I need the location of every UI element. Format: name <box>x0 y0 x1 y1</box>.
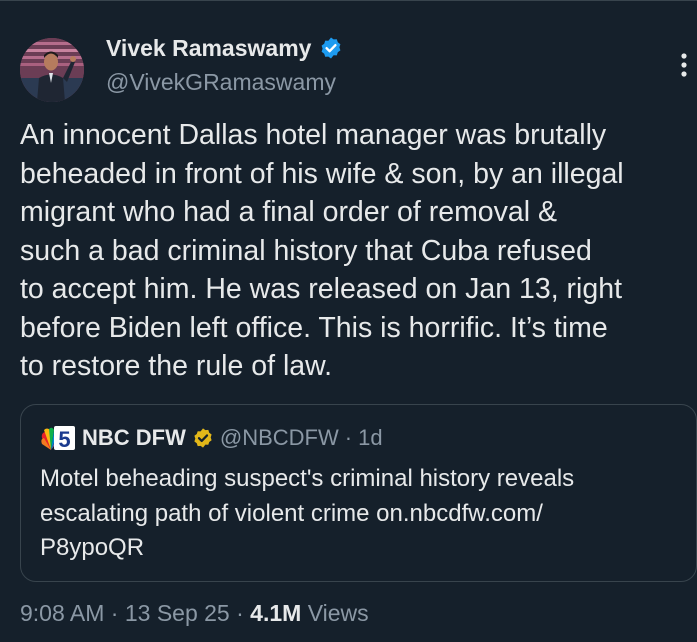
quoted-author-handle: @NBCDFW <box>219 425 339 450</box>
author-row: Vivek Ramaswamy <box>106 34 343 62</box>
meta-separator: · <box>236 600 244 626</box>
tweet-text: An innocent Dallas hotel manager was bru… <box>20 119 624 382</box>
top-divider <box>0 0 697 1</box>
views-label: Views <box>307 600 369 626</box>
avatar-image <box>20 38 84 102</box>
quoted-author-name: NBC DFW <box>82 425 186 450</box>
views-count: 4.1M <box>250 600 302 626</box>
more-options-button[interactable] <box>680 52 688 78</box>
meta-separator: · <box>110 600 119 626</box>
verified-gold-badge-icon <box>194 428 212 448</box>
quoted-tweet-header: 5 NBC DFW @NBCDFW · 1d <box>40 424 383 452</box>
logo-number: 5 <box>58 427 70 452</box>
nbc-logo-icon: 5 <box>41 426 75 452</box>
author-name[interactable]: Vivek Ramaswamy <box>106 34 311 62</box>
tweet-time[interactable]: 9:08 AM <box>20 600 104 626</box>
quoted-separator: · <box>344 425 353 450</box>
tweet-meta: 9:08 AM · 13 Sep 25 · 4.1M Views <box>20 598 369 628</box>
more-vertical-icon <box>681 53 687 77</box>
avatar[interactable] <box>20 38 84 102</box>
quoted-tweet-text: Motel beheading suspect's criminal histo… <box>40 465 575 561</box>
quoted-age: 1d <box>358 425 383 450</box>
tweet-date[interactable]: 13 Sep 25 <box>125 600 230 626</box>
author-handle[interactable]: @VivekGRamaswamy <box>106 68 336 96</box>
verified-badge-icon <box>322 37 341 59</box>
